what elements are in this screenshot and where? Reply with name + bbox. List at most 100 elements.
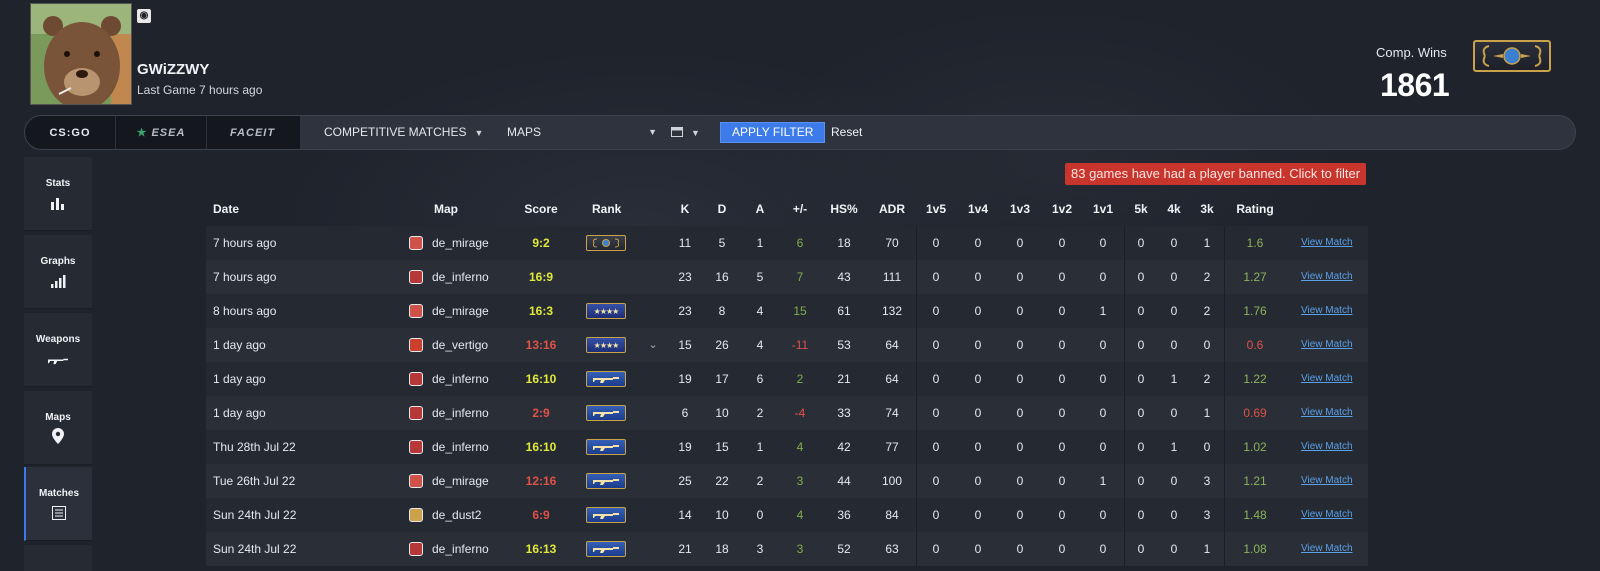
table-row[interactable]: 7 hours ago de_inferno 16:9 23 16 5 7 43 111 0 0 0 0… [206, 260, 1368, 294]
map-name: de_inferno [432, 440, 489, 454]
match-score: 16:9 [528, 270, 554, 284]
assists: 1 [756, 236, 764, 250]
view-match-link[interactable]: View Match [1301, 260, 1353, 294]
clutch-1v4: 0 [974, 304, 982, 318]
match-type-dropdown[interactable]: COMPETITIVE MATCHES ▼ [324, 116, 483, 149]
kills: 23 [678, 270, 692, 284]
table-row[interactable]: 1 day ago de_vertigo 13:16 ★★★★ ⌄ 15 26 4 -11 53 6… [206, 328, 1368, 362]
clutch-1v3: 0 [1016, 440, 1024, 454]
assists: 2 [756, 406, 764, 420]
column-header[interactable]: Rating [1234, 192, 1276, 226]
mirage-icon [409, 474, 423, 488]
column-header[interactable]: 1v5 [922, 192, 950, 226]
clutch-1v4: 0 [974, 270, 982, 284]
ban-filter-banner[interactable]: 83 games have had a player banned. Click… [1065, 163, 1367, 185]
match-score: 16:10 [525, 440, 557, 454]
sidebar-item-stats[interactable]: Stats [24, 157, 92, 231]
column-header[interactable]: 1v4 [964, 192, 992, 226]
source-tab-csgo[interactable]: CS:GO [25, 116, 116, 149]
column-divider [916, 532, 917, 566]
column-header[interactable]: K [673, 192, 697, 226]
match-date: Thu 28th Jul 22 [213, 440, 296, 454]
table-row[interactable]: 7 hours ago de_mirage 9:2 11 5 1 6 18 70 0 0 0 0 0 0 0 1… [206, 226, 1368, 260]
source-tab-faceit[interactable]: FACEIT [207, 116, 298, 149]
clutch-1v3: 0 [1016, 474, 1024, 488]
match-type-label: COMPETITIVE MATCHES [324, 125, 467, 139]
rank-ak-icon [586, 541, 626, 557]
four-kills: 1 [1170, 372, 1178, 386]
table-row[interactable]: 8 hours ago de_mirage 16:3 ★★★★ 23 8 4 15 61 132 0… [206, 294, 1368, 328]
column-header[interactable]: Date [213, 192, 239, 226]
table-row[interactable]: Sun 24th Jul 22 de_dust2 6:9 14 10 0 4 36 84 0 0 0 0… [206, 498, 1368, 532]
column-divider [916, 260, 917, 294]
source-tab-esea[interactable]: ★ ESEA [116, 116, 207, 149]
assists: 4 [756, 304, 764, 318]
assists: 6 [756, 372, 764, 386]
kill-diff: -11 [791, 338, 809, 352]
rank-ak-icon [586, 473, 626, 489]
rank-badge: ★★★★ [586, 303, 626, 319]
column-header[interactable]: 4k [1162, 192, 1186, 226]
table-row[interactable]: Sun 24th Jul 22 de_inferno 16:13 21 18 3 3 52 63… [206, 532, 1368, 566]
kill-diff: 2 [796, 372, 804, 386]
column-header[interactable]: 3k [1195, 192, 1219, 226]
column-header[interactable]: 1v1 [1089, 192, 1117, 226]
sidebar-item-graphs[interactable]: Graphs [24, 235, 92, 309]
view-match-link[interactable]: View Match [1301, 362, 1353, 396]
apply-filter-button[interactable]: APPLY FILTER [720, 122, 826, 143]
column-header[interactable]: Score [516, 192, 566, 226]
view-match-link[interactable]: View Match [1301, 294, 1353, 328]
column-divider [916, 430, 917, 464]
column-header[interactable]: A [750, 192, 770, 226]
map-name: de_inferno [432, 270, 489, 284]
column-header[interactable]: ADR [876, 192, 908, 226]
table-row[interactable]: 1 day ago de_inferno 2:9 6 10 2 -4 33 74 0 0 0 0 0 0 0 1… [206, 396, 1368, 430]
reset-button[interactable]: Reset [831, 116, 862, 149]
headshot-pct: 52 [837, 542, 851, 556]
view-match-link[interactable]: View Match [1301, 498, 1353, 532]
view-match-link[interactable]: View Match [1301, 464, 1353, 498]
clutch-1v1: 1 [1099, 474, 1107, 488]
kills: 25 [678, 474, 692, 488]
avatar[interactable] [30, 3, 132, 105]
date-range-picker[interactable]: ▼ [671, 116, 700, 149]
table-row[interactable]: 1 day ago de_inferno 16:10 19 17 6 2 21 64 0 0 0 0 0 0… [206, 362, 1368, 396]
column-header[interactable]: 1v3 [1006, 192, 1034, 226]
sidebar-item-matches[interactable]: Matches [24, 467, 92, 541]
inferno-icon [409, 406, 423, 420]
column-header[interactable]: D [710, 192, 734, 226]
chevron-down-icon[interactable]: ⌄ [646, 328, 660, 362]
column-header[interactable]: Map [434, 192, 458, 226]
rating: 0.6 [1246, 338, 1264, 352]
four-kills: 0 [1170, 304, 1178, 318]
column-header[interactable]: +/- [786, 192, 814, 226]
adr: 84 [885, 508, 899, 522]
table-row[interactable]: Thu 28th Jul 22 de_inferno 16:10 19 15 1 4 42 77… [206, 430, 1368, 464]
view-match-link[interactable]: View Match [1301, 328, 1353, 362]
view-match-link[interactable]: View Match [1301, 532, 1353, 566]
column-divider [1224, 226, 1225, 260]
rank-badge: ★★★★ [586, 337, 626, 353]
steam-icon[interactable]: ◉ [137, 9, 151, 23]
sidebar-item-weapons[interactable]: Weapons [24, 313, 92, 387]
clutch-1v2: 0 [1058, 270, 1066, 284]
column-header[interactable]: 1v2 [1048, 192, 1076, 226]
maps-dropdown[interactable]: MAPS ▼ [507, 116, 657, 149]
clutch-1v2: 0 [1058, 440, 1066, 454]
sidebar-item-maps[interactable]: Maps [24, 391, 92, 465]
column-header[interactable]: 5k [1129, 192, 1153, 226]
column-divider [1224, 532, 1225, 566]
table-row[interactable]: Tue 26th Jul 22 de_mirage 12:16 25 22 2 3 44 100… [206, 464, 1368, 498]
sidebar-item-more[interactable] [24, 545, 92, 571]
assists: 1 [756, 440, 764, 454]
column-header[interactable]: Rank [592, 192, 621, 226]
view-match-link[interactable]: View Match [1301, 226, 1353, 260]
source-tab-label: FACEIT [229, 126, 276, 139]
column-header[interactable]: HS% [830, 192, 858, 226]
column-divider [1224, 430, 1225, 464]
view-match-link[interactable]: View Match [1301, 396, 1353, 430]
view-match-link[interactable]: View Match [1301, 430, 1353, 464]
assists: 0 [756, 508, 764, 522]
clutch-1v1: 1 [1099, 304, 1107, 318]
rating: 1.6 [1246, 236, 1264, 250]
